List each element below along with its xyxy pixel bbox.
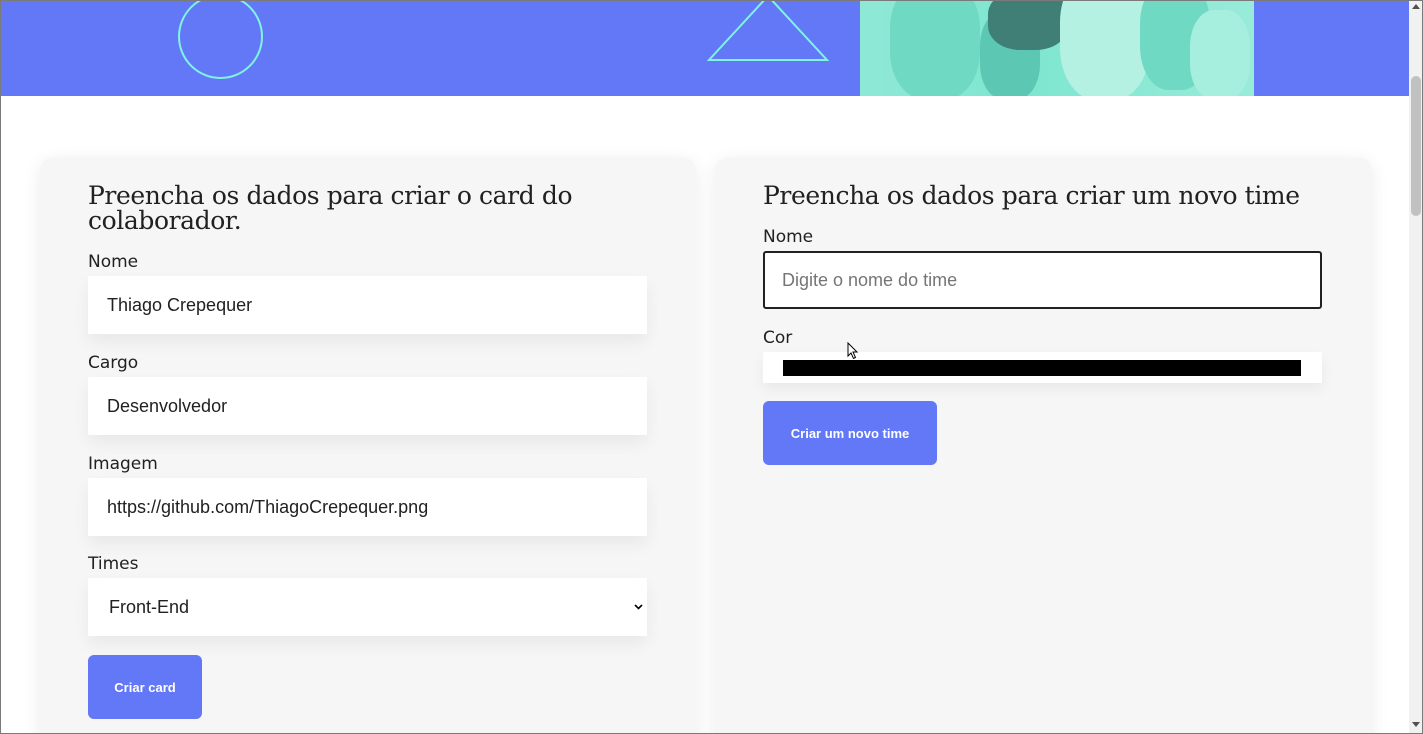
banner-team-photo: [860, 0, 1254, 96]
team-form-panel: Preencha os dados para criar um novo tim…: [715, 157, 1372, 734]
team-name-input[interactable]: Digite o nome do time: [763, 251, 1322, 309]
team-color-swatch: [783, 360, 1301, 376]
mouse-cursor-icon: [847, 342, 859, 360]
scrollbar-thumb[interactable]: [1411, 76, 1421, 216]
create-team-button[interactable]: Criar um novo time: [763, 401, 937, 465]
scroll-up-arrow-icon[interactable]: [1412, 4, 1420, 9]
name-label: Nome: [88, 252, 139, 272]
collaborator-form-title: Preencha os dados para criar o card do c…: [88, 181, 573, 235]
scroll-down-arrow-icon[interactable]: [1412, 722, 1420, 727]
page-scrollbar[interactable]: [1409, 0, 1423, 734]
team-name-placeholder: Digite o nome do time: [782, 269, 958, 290]
role-label: Cargo: [88, 353, 139, 373]
teams-label: Times: [88, 554, 139, 574]
teams-select[interactable]: Front-End: [88, 578, 647, 636]
role-field[interactable]: Desenvolvedor: [88, 377, 647, 435]
teams-select-value: Front-End: [109, 596, 190, 617]
team-color-label: Cor: [763, 328, 793, 348]
image-label: Imagem: [88, 454, 158, 474]
name-field[interactable]: Thiago Crepequer: [88, 276, 647, 334]
chevron-down-icon: [634, 604, 643, 610]
image-url-field[interactable]: https://github.com/ThiagoCrepequer.png: [88, 478, 647, 536]
role-field-value: Desenvolvedor: [107, 395, 228, 416]
header-banner: [0, 0, 1409, 96]
collaborator-form-panel: Preencha os dados para criar o card do c…: [40, 157, 696, 734]
image-url-field-value: https://github.com/ThiagoCrepequer.png: [107, 496, 429, 517]
create-card-button[interactable]: Criar card: [88, 655, 202, 719]
name-field-value: Thiago Crepequer: [107, 294, 253, 315]
team-form-title: Preencha os dados para criar um novo tim…: [763, 181, 1300, 210]
banner-circle-decoration: [178, 0, 263, 79]
banner-triangle-decoration: [706, 0, 830, 61]
team-name-label: Nome: [763, 227, 814, 247]
